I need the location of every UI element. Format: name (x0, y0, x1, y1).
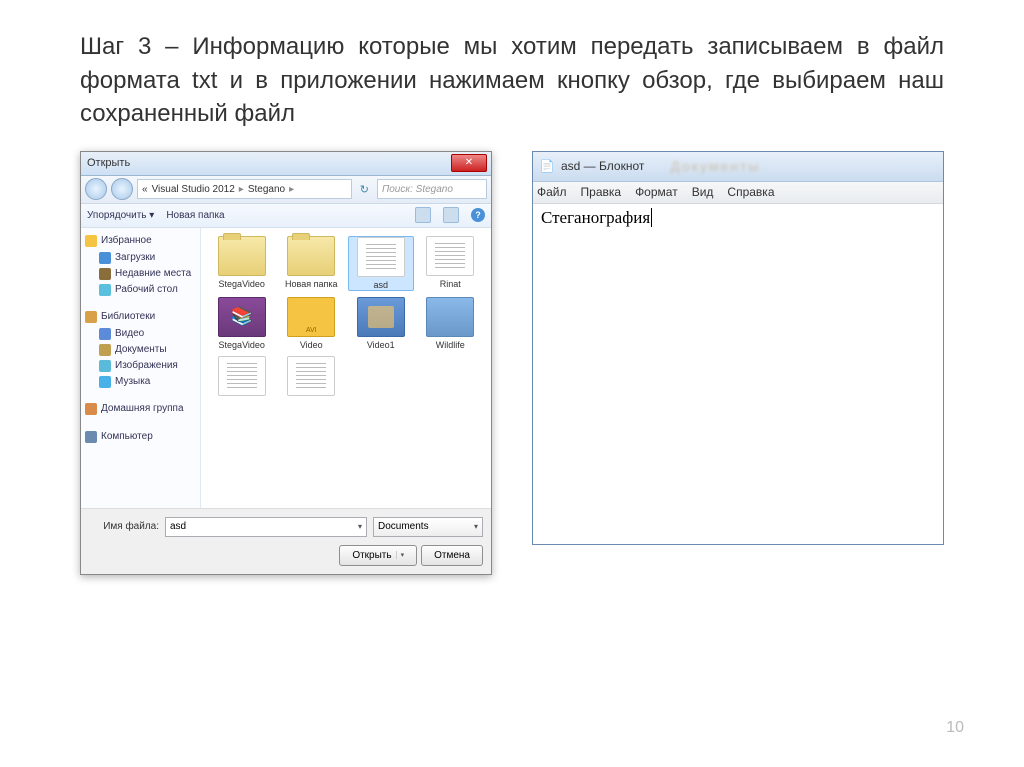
file-open-dialog: Открыть ✕ « Visual Studio 2012 ▸ Stegano… (80, 151, 492, 575)
file-item-txt[interactable] (279, 356, 345, 399)
notepad-title: asd — Блокнот (561, 159, 644, 173)
dialog-toolbar: Упорядочить ▾ Новая папка ? (81, 204, 491, 228)
archive-icon (218, 297, 266, 337)
close-button[interactable]: ✕ (451, 154, 487, 172)
dialog-nav: « Visual Studio 2012 ▸ Stegano ▸ ↻ Поиск… (81, 176, 491, 204)
computer-icon (85, 431, 97, 443)
open-button[interactable]: Открыть (339, 545, 417, 566)
nav-back-button[interactable] (85, 178, 107, 200)
library-icon (85, 311, 97, 323)
sidebar-item-desktop[interactable]: Рабочий стол (81, 282, 200, 298)
organize-button[interactable]: Упорядочить ▾ (87, 210, 154, 221)
txt-icon (287, 356, 335, 396)
music-icon (99, 376, 111, 388)
file-item-rar[interactable]: StegaVideo (209, 297, 275, 350)
file-item-txt-selected[interactable]: asd (348, 236, 414, 291)
file-item-txt[interactable]: Rinat (418, 236, 484, 291)
sidebar: Избранное Загрузки Недавние места Рабочи… (81, 228, 201, 508)
filename-label: Имя файла: (89, 521, 159, 532)
menu-file[interactable]: Файл (537, 185, 567, 199)
video-thumb-icon (426, 297, 474, 337)
chevron-right-icon: ▸ (289, 184, 294, 195)
sidebar-item-images[interactable]: Изображения (81, 358, 200, 374)
new-folder-button[interactable]: Новая папка (166, 210, 224, 221)
recent-icon (99, 268, 111, 280)
sidebar-item-downloads[interactable]: Загрузки (81, 250, 200, 266)
txt-icon (426, 236, 474, 276)
notepad-window: 📄 asd — Блокнот Документы Файл Правка Фо… (532, 151, 944, 545)
file-item-avi[interactable]: Video (279, 297, 345, 350)
breadcrumb[interactable]: « Visual Studio 2012 ▸ Stegano ▸ (137, 179, 352, 199)
folder-icon (287, 236, 335, 276)
breadcrumb-prefix: « (142, 184, 148, 195)
dialog-title: Открыть (87, 157, 130, 169)
homegroup-icon (85, 403, 97, 415)
sidebar-item-music[interactable]: Музыка (81, 374, 200, 390)
cancel-button[interactable]: Отмена (421, 545, 483, 566)
sidebar-item-video[interactable]: Видео (81, 326, 200, 342)
filename-input[interactable]: asd (165, 517, 367, 537)
file-list[interactable]: StegaVideo Новая папка asd Rinat StegaVi… (201, 228, 491, 508)
desktop-icon (99, 284, 111, 296)
breadcrumb-seg2[interactable]: Stegano (248, 184, 285, 195)
breadcrumb-seg1[interactable]: Visual Studio 2012 (152, 184, 235, 195)
sidebar-computer[interactable]: Компьютер (81, 428, 200, 446)
video-thumb-icon (357, 297, 405, 337)
file-item-txt[interactable] (209, 356, 275, 399)
menu-help[interactable]: Справка (727, 185, 774, 199)
file-item-folder[interactable]: Новая папка (279, 236, 345, 291)
file-item-folder[interactable]: StegaVideo (209, 236, 275, 291)
sidebar-item-recent[interactable]: Недавние места (81, 266, 200, 282)
search-input[interactable]: Поиск: Stegano (377, 179, 487, 199)
notepad-content: Стеганография (541, 208, 652, 227)
close-icon: ✕ (465, 157, 473, 168)
menu-edit[interactable]: Правка (581, 185, 622, 199)
avi-icon (287, 297, 335, 337)
sidebar-libraries[interactable]: Библиотеки (81, 308, 200, 326)
notepad-textarea[interactable]: Стеганография (533, 204, 943, 544)
sidebar-favorites[interactable]: Избранное (81, 232, 200, 250)
menu-view[interactable]: Вид (692, 185, 714, 199)
view-mode-button[interactable] (415, 207, 431, 223)
video-icon (99, 328, 111, 340)
file-item-video[interactable]: Video1 (348, 297, 414, 350)
document-icon (99, 344, 111, 356)
sidebar-homegroup[interactable]: Домашняя группа (81, 400, 200, 418)
folder-icon (218, 236, 266, 276)
help-icon[interactable]: ? (471, 208, 485, 222)
image-icon (99, 360, 111, 372)
notepad-titlebar[interactable]: 📄 asd — Блокнот Документы (533, 152, 943, 182)
dialog-footer: Имя файла: asd Documents Открыть Отмена (81, 508, 491, 574)
sidebar-item-docs[interactable]: Документы (81, 342, 200, 358)
preview-pane-button[interactable] (443, 207, 459, 223)
dialog-titlebar[interactable]: Открыть ✕ (81, 152, 491, 176)
notepad-icon: 📄 (539, 158, 555, 174)
page-number: 10 (946, 719, 964, 737)
nav-fwd-button[interactable] (111, 178, 133, 200)
download-icon (99, 252, 111, 264)
chevron-right-icon: ▸ (239, 184, 244, 195)
refresh-button[interactable]: ↻ (356, 183, 373, 196)
slide-instruction: Шаг 3 – Информацию которые мы хотим пере… (80, 30, 944, 131)
file-item-video[interactable]: Wildlife (418, 297, 484, 350)
star-icon (85, 235, 97, 247)
txt-icon (218, 356, 266, 396)
notepad-menu: Файл Правка Формат Вид Справка (533, 182, 943, 204)
txt-icon (357, 237, 405, 277)
file-type-filter[interactable]: Documents (373, 517, 483, 537)
background-blur: Документы (670, 158, 760, 174)
menu-format[interactable]: Формат (635, 185, 678, 199)
